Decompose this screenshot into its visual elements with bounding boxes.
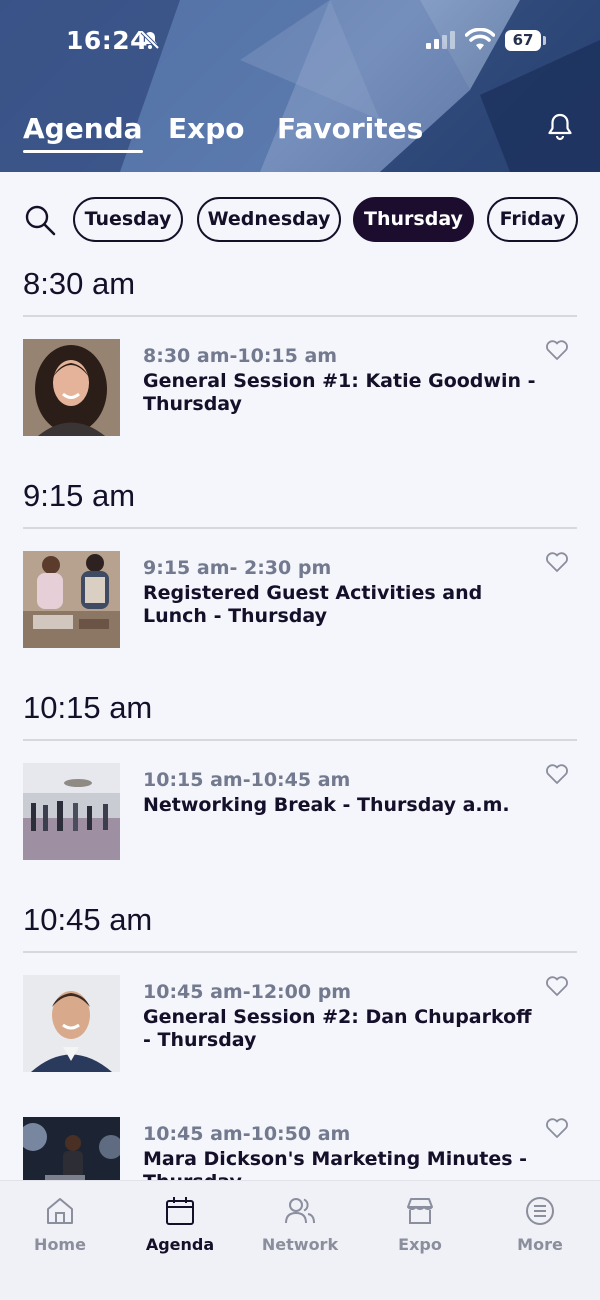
session-title: General Session #2: Dan Chuparkoff - Thu… [143, 1006, 532, 1051]
session-title: General Session #1: Katie Goodwin - Thur… [143, 370, 536, 415]
search-icon[interactable] [24, 204, 56, 236]
session-title: Mara Dickson's Marketing Minutes - Thurs… [143, 1148, 528, 1180]
nav-label: Network [261, 1235, 339, 1254]
day-wednesday[interactable]: Wednesday [197, 197, 341, 242]
nav-home[interactable]: Home [0, 1181, 120, 1300]
nav-label: More [517, 1235, 563, 1254]
session-time: 8:30 am-10:15 am [143, 345, 338, 367]
battery-indicator: 67 [505, 30, 541, 51]
home-icon [47, 1198, 73, 1224]
tab-expo[interactable]: Expo [168, 112, 244, 145]
speaker-photo [23, 1117, 120, 1180]
divider [23, 527, 577, 529]
tab-favorites[interactable]: Favorites [277, 112, 423, 145]
time-header: 10:15 am [23, 690, 153, 725]
session-time: 10:45 am-12:00 pm [143, 981, 352, 1003]
favorite-heart-icon[interactable] [545, 763, 569, 785]
top-tab-bar: Agenda Expo Favorites [0, 108, 600, 158]
session-item[interactable]: 9:15 am- 2:30 pm Registered Guest Activi… [0, 551, 600, 651]
favorite-heart-icon[interactable] [545, 1117, 569, 1139]
session-photo [23, 763, 120, 860]
nav-label: Expo [398, 1235, 442, 1254]
nav-network[interactable]: Network [240, 1181, 360, 1300]
nav-expo[interactable]: Expo [360, 1181, 480, 1300]
session-photo [23, 551, 120, 648]
speaker-photo [23, 975, 120, 1072]
day-filter-row: Tuesday Wednesday Thursday Friday [0, 196, 600, 244]
session-title: Networking Break - Thursday a.m. [143, 794, 510, 816]
store-icon [407, 1198, 433, 1224]
divider [23, 739, 577, 741]
favorite-heart-icon[interactable] [545, 975, 569, 997]
session-item[interactable]: 8:30 am-10:15 am General Session #1: Kat… [0, 339, 600, 439]
session-time: 9:15 am- 2:30 pm [143, 557, 332, 579]
day-friday[interactable]: Friday [487, 197, 578, 242]
session-item[interactable]: 10:15 am-10:45 am Networking Break - Thu… [0, 763, 600, 863]
favorite-heart-icon[interactable] [545, 339, 569, 361]
nav-agenda[interactable]: Agenda [120, 1181, 240, 1300]
speaker-photo [23, 339, 120, 436]
session-time: 10:45 am-10:50 am [143, 1123, 351, 1145]
nav-label: Agenda [145, 1235, 215, 1254]
divider [23, 951, 577, 953]
bell-slash-icon [140, 30, 160, 50]
time-header: 8:30 am [23, 266, 136, 301]
battery-tip [543, 36, 546, 45]
session-item[interactable]: 10:45 am-12:00 pm General Session #2: Da… [0, 975, 600, 1075]
time-header: 9:15 am [23, 478, 136, 513]
app-header: 16:24 67 Agenda Expo Favorites [0, 0, 600, 172]
status-time: 16:24 [66, 26, 149, 55]
notifications-bell-icon[interactable] [546, 112, 574, 142]
session-title: Registered Guest Activities and Lunch - … [143, 582, 483, 627]
nav-label: Home [34, 1235, 86, 1254]
favorite-heart-icon[interactable] [545, 551, 569, 573]
wifi-icon [465, 28, 495, 50]
day-thursday[interactable]: Thursday [353, 197, 474, 242]
signal-icon [426, 31, 455, 49]
status-bar: 16:24 67 [0, 0, 600, 80]
agenda-list: 8:30 am 8:30 am-10:15 am General Session… [0, 250, 600, 1180]
bottom-nav: Home Agenda Network Expo More [0, 1180, 600, 1300]
session-time: 10:15 am-10:45 am [143, 769, 351, 791]
nav-more[interactable]: More [480, 1181, 600, 1300]
session-item[interactable]: 10:45 am-10:50 am Mara Dickson's Marketi… [0, 1117, 600, 1180]
day-tuesday[interactable]: Tuesday [73, 197, 183, 242]
calendar-icon [166, 1197, 194, 1225]
menu-circle-icon [526, 1197, 554, 1225]
people-icon [285, 1198, 315, 1224]
time-header: 10:45 am [23, 902, 153, 937]
tab-agenda[interactable]: Agenda [23, 112, 143, 153]
divider [23, 315, 577, 317]
